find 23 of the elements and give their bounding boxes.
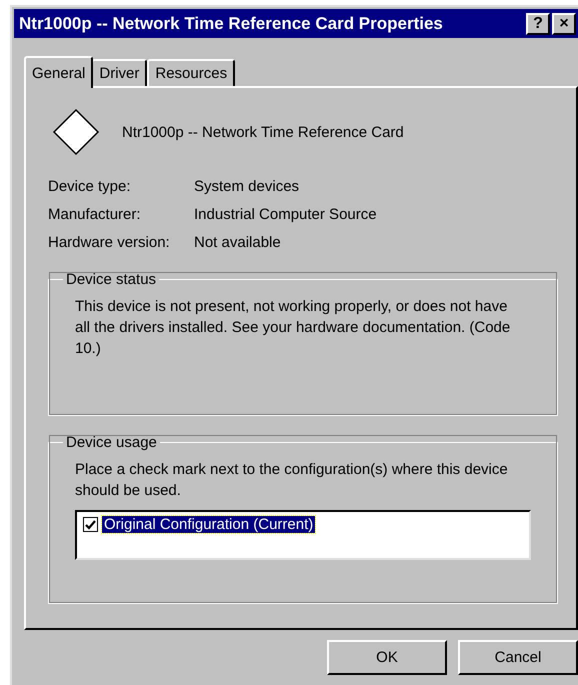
- usage-instructions: Place a check mark next to the configuration(s) where this device should be used.: [75, 460, 509, 501]
- property-label: Manufacturer:: [48, 206, 142, 223]
- checkbox[interactable]: [83, 517, 98, 532]
- status-message: This device is not present, not working properly, or does not have all the drivers installed. See your hardware documentation. (Code 10.): [75, 297, 512, 359]
- tab[interactable]: Driver: [91, 59, 148, 86]
- group-title: Device usage: [65, 434, 158, 451]
- group-title: Device status: [65, 271, 158, 288]
- close-button[interactable]: ×: [552, 12, 576, 34]
- property-value: Not available: [194, 234, 282, 251]
- tab[interactable]: General: [24, 56, 94, 88]
- ok-button[interactable]: OK: [327, 640, 447, 675]
- device-name: Ntr1000p -- Network Time Reference Card: [122, 124, 404, 140]
- property-value: Industrial Computer Source: [194, 206, 378, 223]
- cancel-button[interactable]: Cancel: [458, 640, 578, 675]
- help-button[interactable]: ?: [526, 12, 550, 34]
- property-label: Hardware version:: [48, 234, 171, 251]
- device-icon: [52, 108, 100, 156]
- property-label: Device type:: [48, 178, 132, 195]
- check-icon: [85, 520, 96, 530]
- window-title: Ntr1000p -- Network Time Reference Card Properties: [19, 14, 444, 34]
- property-value: System devices: [194, 178, 300, 195]
- configuration-item[interactable]: Original Configuration (Current): [102, 516, 316, 533]
- tab[interactable]: Resources: [147, 59, 236, 86]
